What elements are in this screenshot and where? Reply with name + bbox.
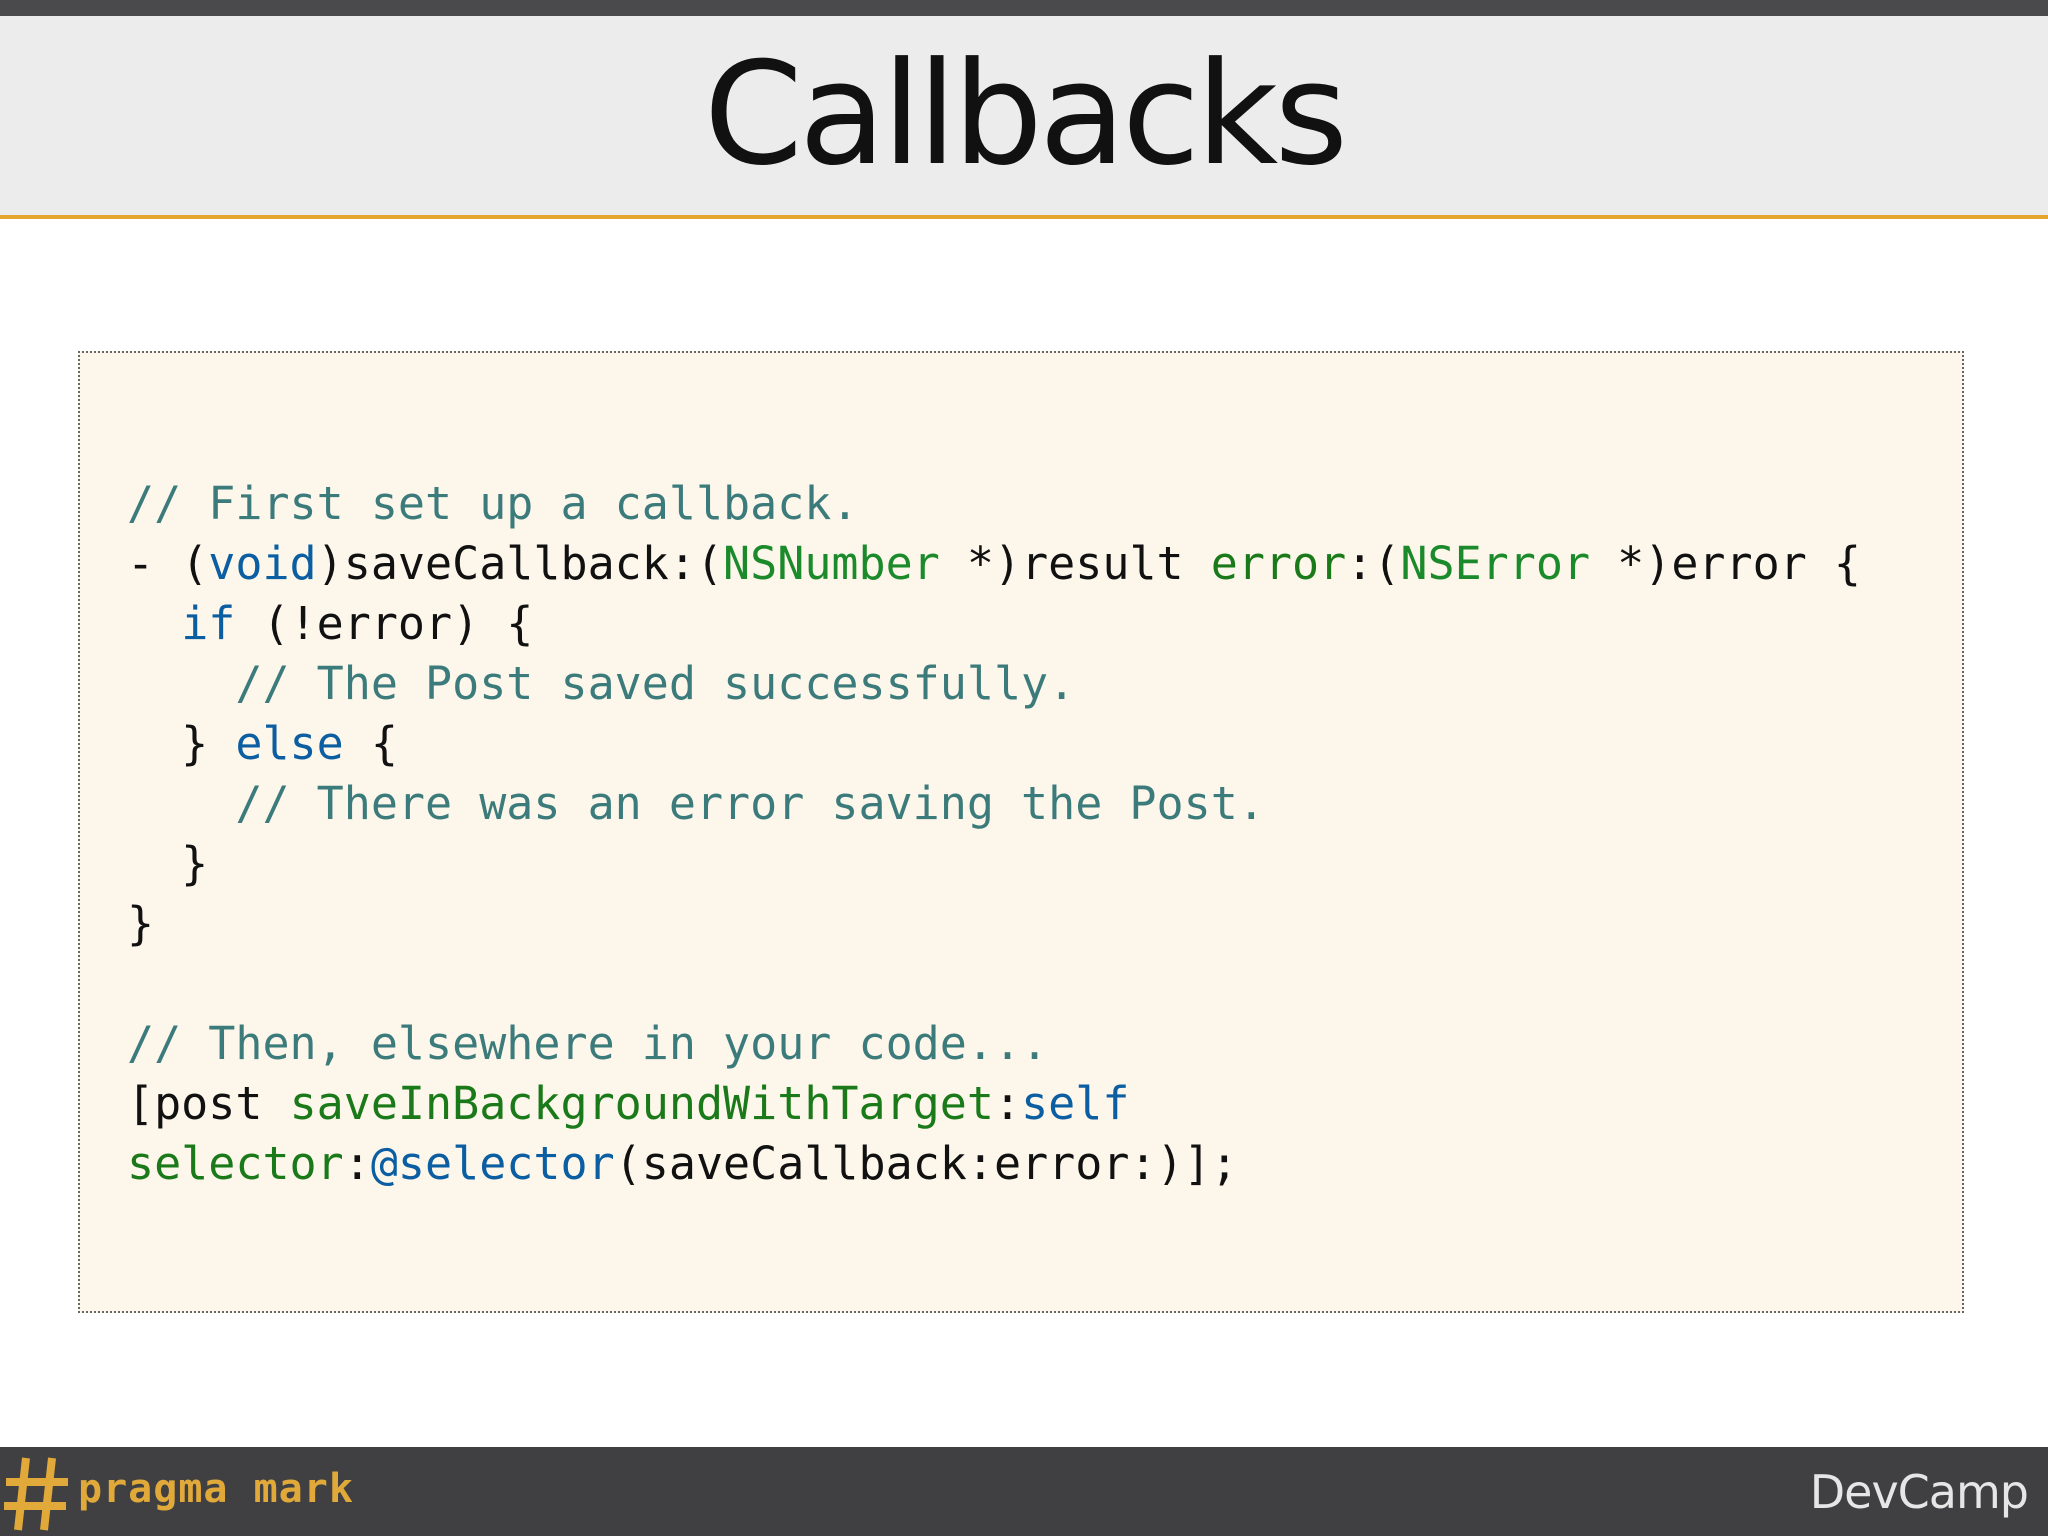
code-token: *)error { [1590,537,1861,590]
code-token: error [1210,537,1347,590]
code-token: )saveCallback:( [316,537,724,590]
code-token: if [181,597,236,650]
title-divider [0,215,2048,219]
code-line: } [127,834,1861,894]
code-line: if (!error) { [127,594,1861,654]
hash-icon [4,1457,68,1531]
code-token: { [343,717,398,770]
code-token: // The Post saved successfully. [235,657,1076,710]
code-token: :( [1346,537,1401,590]
code-token: (saveCallback:error:)]; [614,1137,1238,1190]
code-line: selector:@selector(saveCallback:error:)]… [127,1134,1861,1194]
code-token: selector [127,1137,344,1190]
code-token: // First set up a callback. [127,477,859,530]
code-token: void [208,537,317,590]
code-token: NSError [1400,537,1591,590]
code-line: [post saveInBackgroundWithTarget:self [127,1074,1861,1134]
code-line: } else { [127,714,1861,774]
code-line: // There was an error saving the Post. [127,774,1861,834]
code-line: // First set up a callback. [127,474,1861,534]
slide-title: Callbacks [703,32,1349,197]
code-token: saveInBackgroundWithTarget [289,1077,994,1130]
code-listing: // First set up a callback. - (void)saveC… [127,474,1861,1194]
code-token: NSNumber [723,537,940,590]
top-strip [0,0,2048,16]
code-token: *)result [939,537,1211,590]
code-token: } [127,837,209,890]
code-token: } [127,717,236,770]
code-token: } [127,897,155,950]
code-token: // Then, elsewhere in your code... [127,1017,1049,1070]
code-token: : [343,1137,371,1190]
code-token: else [235,717,344,770]
code-token: : [993,1077,1022,1130]
brand-name: DevCamp [1809,1465,2029,1519]
code-token: @selector [370,1137,615,1190]
code-line: } [127,894,1861,954]
code-token: [post [127,1077,290,1130]
code-line: - (void)saveCallback:(NSNumber *)result … [127,534,1861,594]
code-line: // Then, elsewhere in your code... [127,1014,1861,1074]
code-token: // There was an error saving the Post. [235,777,1265,830]
code-line: // The Post saved successfully. [127,654,1861,714]
code-token: (!error) { [235,597,534,650]
code-token: - ( [127,537,209,590]
code-token: self [1021,1077,1130,1130]
logo-text: pragma mark [78,1466,354,1512]
